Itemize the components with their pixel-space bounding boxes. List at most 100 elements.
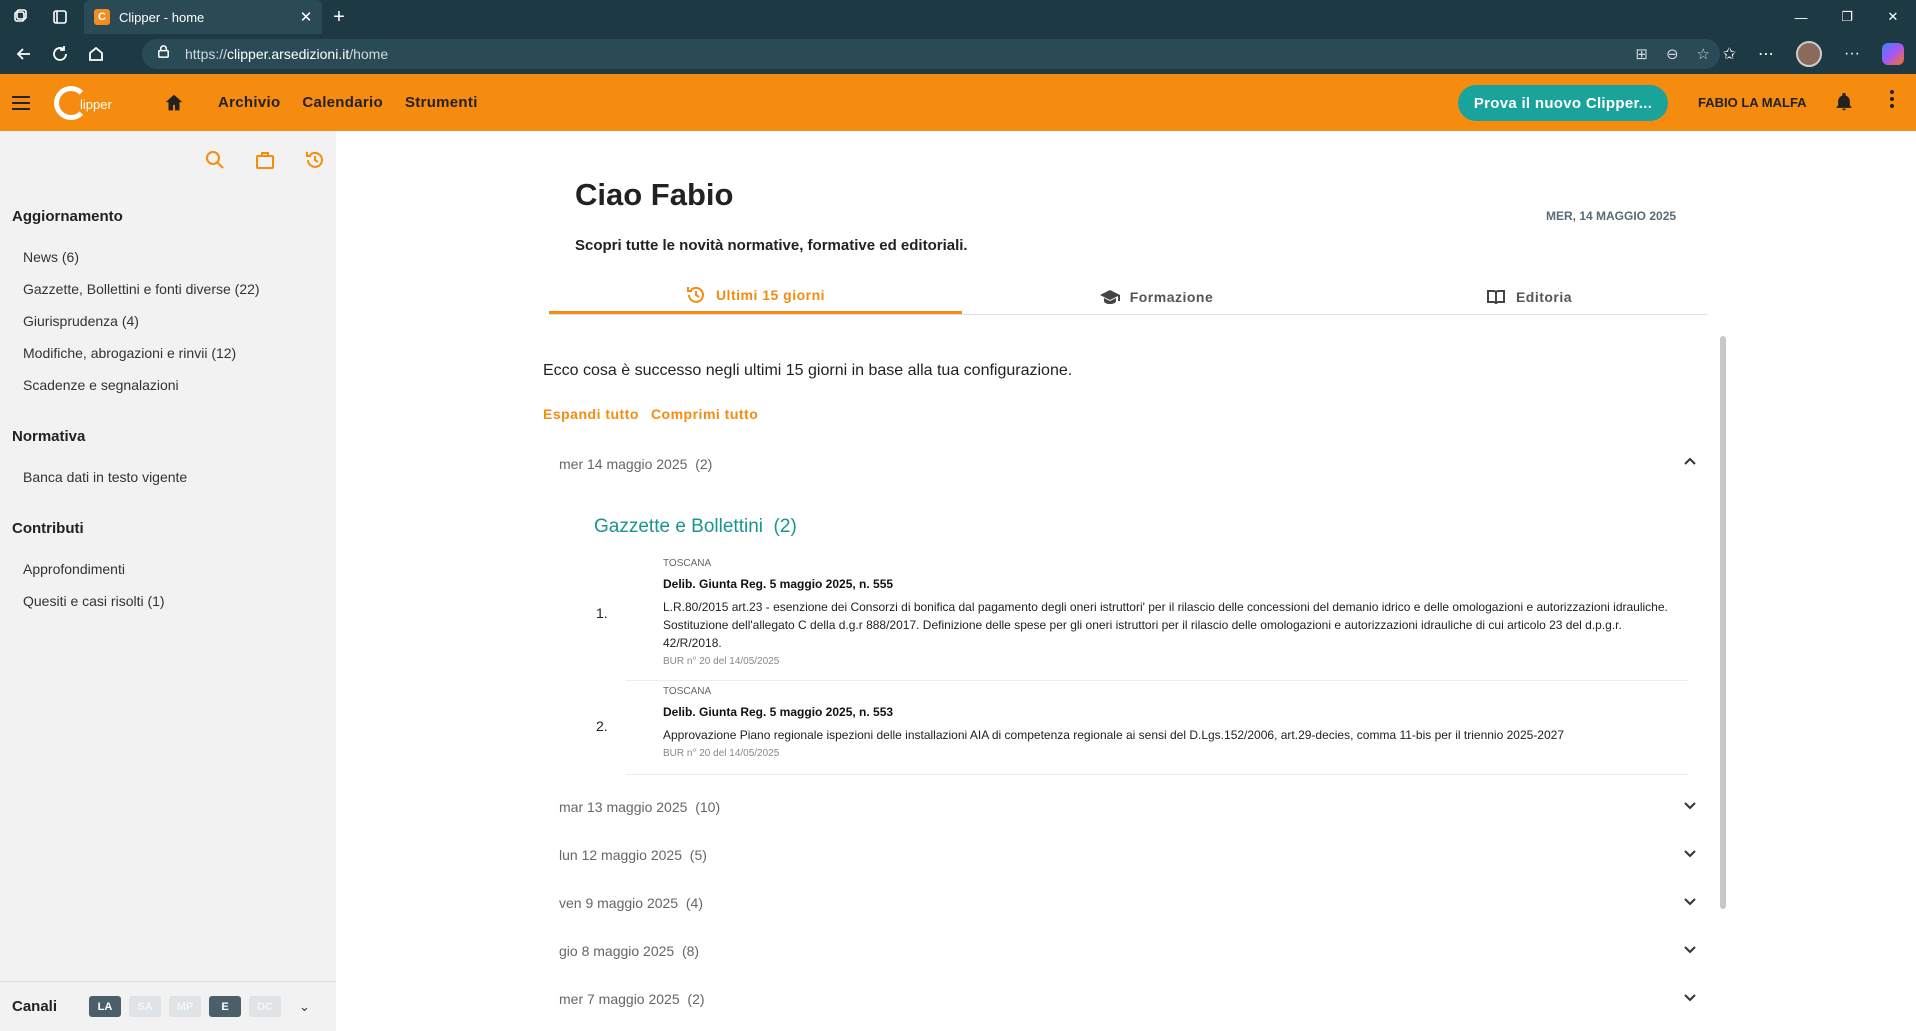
tracking-icon[interactable]: ⊖ [1666,45,1679,63]
home-button[interactable] [156,92,192,114]
canali-bar: Canali LA SA MP E DC ⌄ [0,981,336,1031]
sidebar-item-gazzette[interactable]: Gazzette, Bollettini e fonti diverse (22… [23,281,260,297]
sidebar-item-news[interactable]: News (6) [23,249,79,265]
history-icon[interactable] [304,149,326,171]
back-icon[interactable] [6,38,42,70]
tab-bar: Ultimi 15 giorni Formazione Editoria [549,279,1707,315]
sidebar: Aggiornamento News (6) Gazzette, Bollett… [0,131,336,1031]
sidebar-item-modifiche[interactable]: Modifiche, abrogazioni e rinvii (12) [23,345,236,361]
try-new-clipper-button[interactable]: Prova il nuovo Clipper... [1458,85,1668,121]
clipper-favicon: C [94,9,110,25]
list-item[interactable]: 1. TOSCANA Delib. Giunta Reg. 5 maggio 2… [596,555,1688,681]
close-tab-icon[interactable]: ✕ [298,8,314,26]
chevron-down-icon[interactable] [1681,940,1699,961]
item-title[interactable]: Delib. Giunta Reg. 5 maggio 2025, n. 555 [663,577,1688,591]
sidebar-item-approfondimenti[interactable]: Approfondimenti [23,561,125,577]
briefcase-icon[interactable] [254,149,276,171]
close-window-icon[interactable]: ✕ [1870,0,1916,34]
chevron-up-icon[interactable] [1681,453,1699,474]
chevron-down-icon[interactable]: ⌄ [299,999,310,1015]
history-icon [686,286,704,303]
nav-archivio[interactable]: Archivio [218,94,280,111]
reload-icon[interactable] [42,38,78,70]
page-title: Ciao Fabio [575,177,734,212]
item-source: BUR n° 20 del 14/05/2025 [663,748,780,759]
channel-chip-e[interactable]: E [209,996,241,1017]
app-available-icon[interactable]: ⊞ [1635,45,1648,63]
expand-all-button[interactable]: Espandi tutto [543,406,639,422]
url-text: https://clipper.arsedizioni.it/home [185,46,389,62]
menu-icon[interactable] [0,101,42,104]
workspaces-icon[interactable] [0,0,40,34]
sidebar-item-scadenze[interactable]: Scadenze e segnalazioni [23,377,179,393]
browser-tab-bar: C Clipper - home ✕ + — ❐ ✕ [0,0,1916,34]
graduation-cap-icon [1099,289,1120,304]
current-date: MER, 14 MAGGIO 2025 [1546,209,1677,223]
day-row[interactable]: mar 13 maggio 2025 (10) [559,792,1699,822]
item-number: 1. [596,605,608,621]
sidebar-item-quesiti[interactable]: Quesiti e casi risolti (1) [23,593,165,609]
house-icon [165,94,183,110]
logo-text: lipper [80,97,112,112]
copilot-icon[interactable] [1882,43,1904,65]
day-row[interactable]: mer 14 maggio 2025 (2) [559,449,1699,479]
app-header: lipper Archivio Calendario Strumenti Pro… [0,74,1916,131]
day-row[interactable]: gio 8 maggio 2025 (8) [559,936,1699,966]
canali-label: Canali [12,998,58,1015]
section-aggiornamento: Aggiornamento [12,208,123,225]
list-item[interactable]: 2. TOSCANA Delib. Giunta Reg. 5 maggio 2… [596,683,1688,775]
sidebar-item-giurisprudenza[interactable]: Giurisprudenza (4) [23,313,139,329]
chevron-down-icon[interactable] [1681,892,1699,913]
search-icon[interactable] [204,149,226,171]
tab-ultimi-15-giorni[interactable]: Ultimi 15 giorni [549,279,962,314]
main-content: Ciao Fabio MER, 14 MAGGIO 2025 Scopri tu… [336,131,1916,1031]
section-contributi: Contributi [12,520,84,537]
browser-tab[interactable]: C Clipper - home ✕ [84,0,322,34]
tab-formazione[interactable]: Formazione [962,279,1351,314]
item-title[interactable]: Delib. Giunta Reg. 5 maggio 2025, n. 553 [663,705,1688,719]
item-region: TOSCANA [663,686,712,697]
tab-actions-icon[interactable] [40,0,80,34]
intro-text: Ecco cosa è successo negli ultimi 15 gio… [543,362,1073,379]
favorite-star-icon[interactable]: ☆ [1697,45,1710,63]
day-row[interactable]: lun 12 maggio 2025 (5) [559,840,1699,870]
tab-editoria[interactable]: Editoria [1351,279,1707,314]
item-number: 2. [596,718,608,734]
new-tab-icon[interactable]: + [322,6,356,29]
tab-title: Clipper - home [119,9,205,25]
more-vertical-icon[interactable] [1888,90,1896,108]
item-source: BUR n° 20 del 14/05/2025 [663,656,780,667]
home-icon[interactable] [78,38,114,70]
bell-icon[interactable] [1834,92,1854,117]
channel-chip-mp[interactable]: MP [169,996,201,1017]
channel-chip-sa[interactable]: SA [129,996,161,1017]
address-bar-row: https://clipper.arsedizioni.it/home ⊞ ⊖ … [0,34,1916,74]
channel-chip-dc[interactable]: DC [249,996,281,1017]
nav-calendario[interactable]: Calendario [302,94,383,111]
more-icon[interactable]: ··· [1844,45,1860,63]
channel-chip-la[interactable]: LA [89,996,121,1017]
day-row[interactable]: ven 9 maggio 2025 (4) [559,888,1699,918]
day-row[interactable]: mer 7 maggio 2025 (2) [559,984,1699,1014]
lock-icon [156,44,171,64]
nav-strumenti[interactable]: Strumenti [405,94,478,111]
page-subtitle: Scopri tutte le novità normative, format… [575,237,968,254]
minimize-icon[interactable]: — [1778,0,1824,34]
chevron-down-icon[interactable] [1681,844,1699,865]
book-open-icon [1486,289,1505,304]
settings-more-icon[interactable]: ⋯ [1758,44,1774,64]
url-field[interactable]: https://clipper.arsedizioni.it/home ⊞ ⊖ … [142,39,1720,69]
favorites-icon[interactable]: ✩ [1723,44,1736,64]
user-name[interactable]: FABIO LA MALFA [1698,74,1807,131]
restore-icon[interactable]: ❐ [1824,0,1870,34]
collapse-all-button[interactable]: Comprimi tutto [651,406,758,422]
scrollbar[interactable] [1720,336,1726,909]
group-title: Gazzette e Bollettini (2) [594,516,797,537]
sidebar-item-banca-dati[interactable]: Banca dati in testo vigente [23,469,187,485]
profile-avatar[interactable] [1796,41,1823,67]
item-description: Approvazione Piano regionale ispezioni d… [663,728,1564,742]
item-description: L.R.80/2015 art.23 - esenzione dei Conso… [663,600,1668,650]
chevron-down-icon[interactable] [1681,988,1699,1009]
chevron-down-icon[interactable] [1681,796,1699,817]
clipper-logo[interactable]: lipper [54,85,144,120]
